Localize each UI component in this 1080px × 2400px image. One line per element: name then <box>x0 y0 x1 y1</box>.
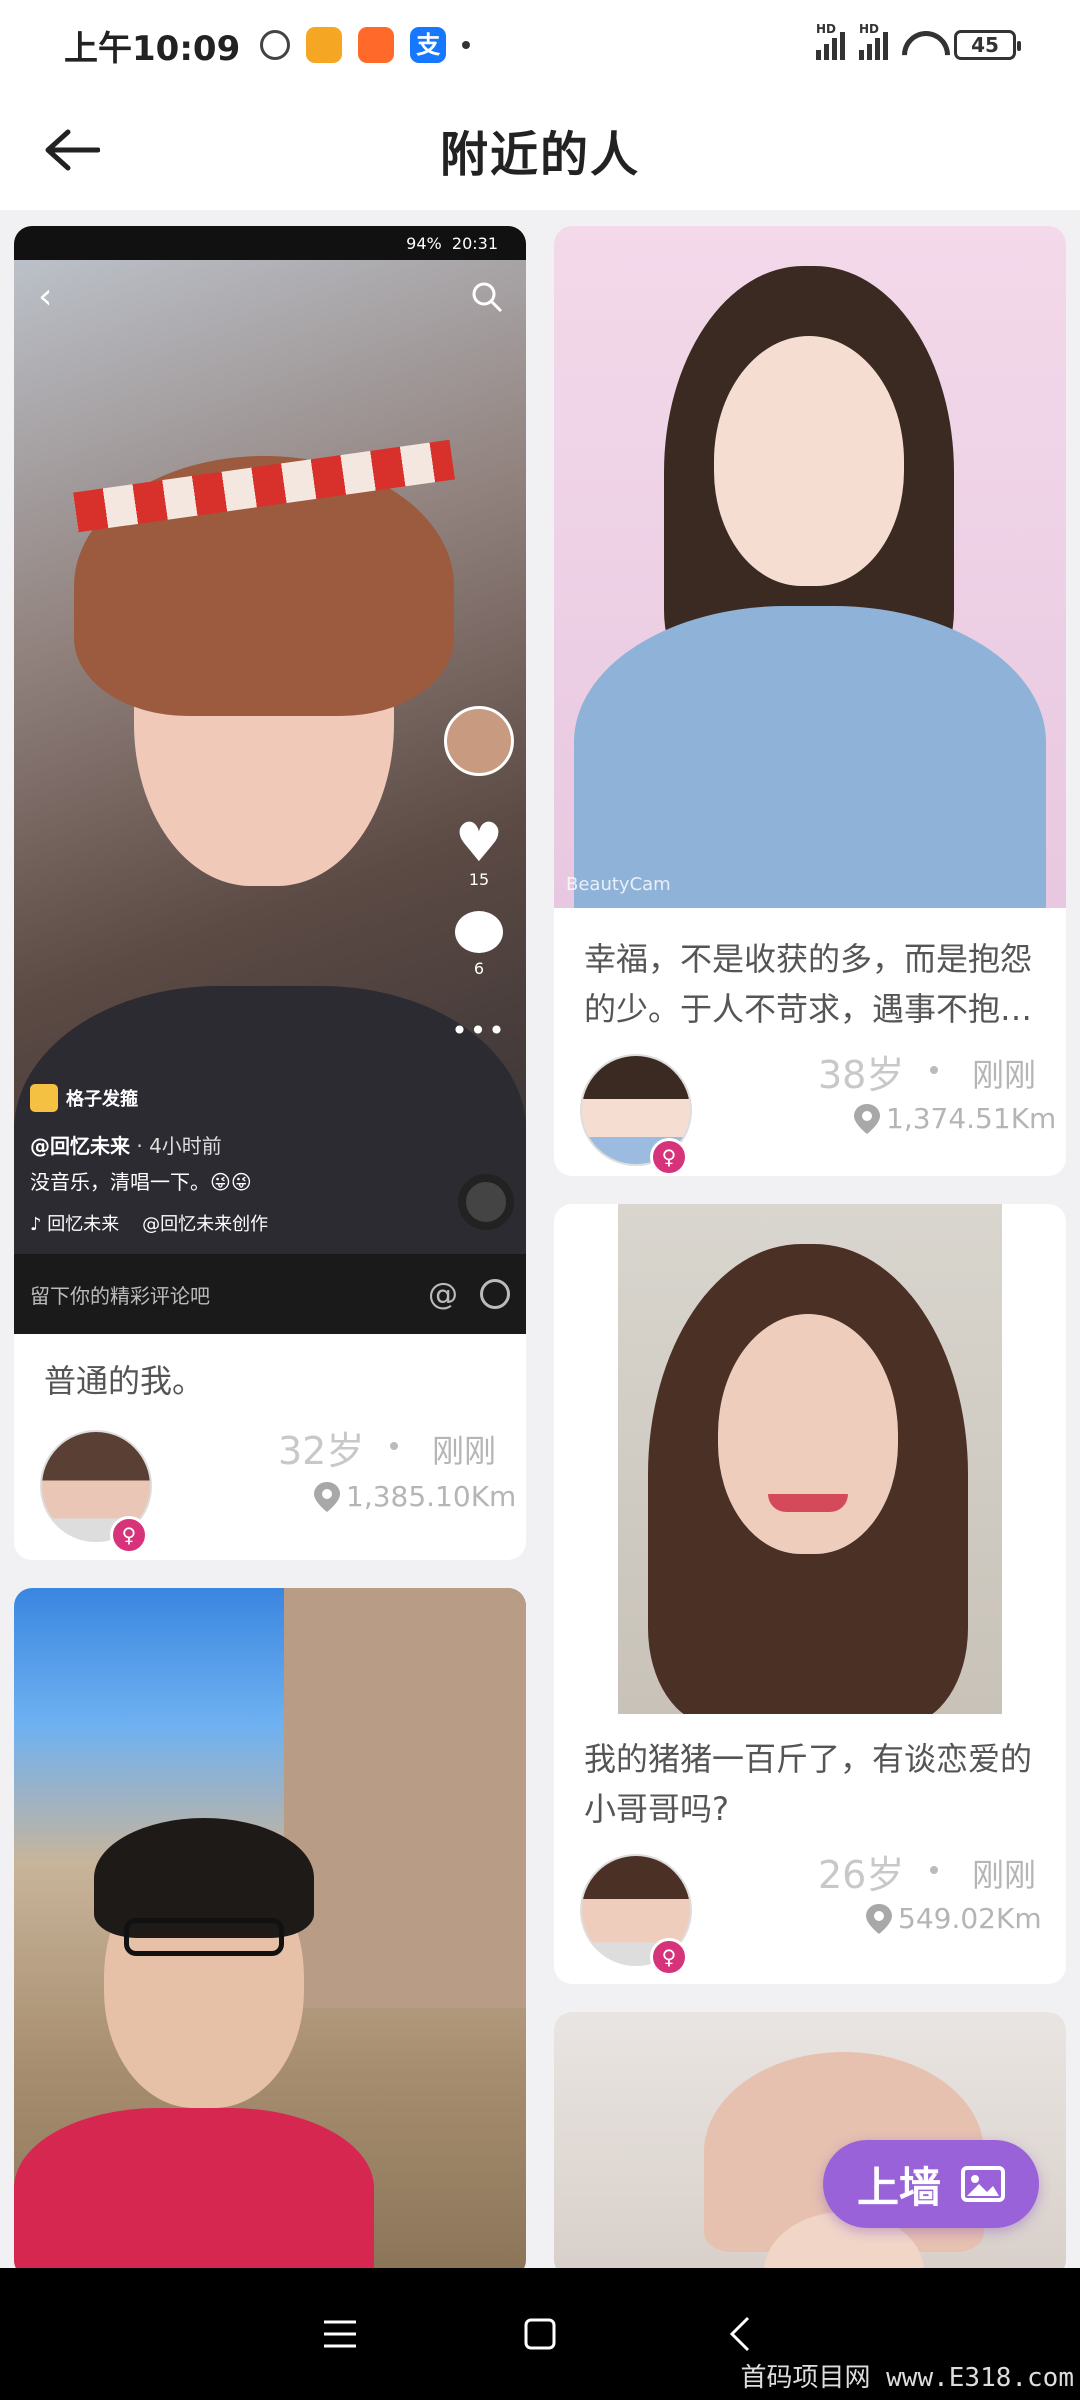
location-pin-icon <box>854 1103 880 1134</box>
distance: 1,385.10Km <box>314 1480 516 1513</box>
photo-hoodie <box>14 2108 374 2278</box>
back-button[interactable] <box>40 118 104 182</box>
post-to-wall-label: 上墙 <box>856 2162 941 2212</box>
signal-icon-2: HD <box>859 22 888 60</box>
photo-face <box>714 336 904 586</box>
video-back-icon[interactable]: ‹ <box>38 276 52 317</box>
video-creator[interactable]: @回忆未来创作 <box>142 1214 268 1235</box>
location-pin-icon <box>314 1481 340 1512</box>
female-icon: ♀ <box>650 1138 688 1176</box>
user-photo-1[interactable]: 94% 20:31 ‹ ♥ 15 6 ••• 格子发箍 @回忆未来 · 4小时前… <box>14 226 526 1334</box>
card-description-2: 幸福，不是收获的多，而是抱怨的少。于人不苛求，遇事不抱… <box>584 940 1033 1028</box>
photo-glasses <box>124 1918 284 1956</box>
user-card-4[interactable] <box>14 1588 526 2278</box>
site-watermark: 首码项目网 www.E318.com <box>740 2363 1075 2393</box>
video-side-actions: ♥ 15 6 ••• <box>444 706 514 1047</box>
active-time: 刚刚 <box>432 1432 497 1470</box>
more-notifications-icon <box>462 41 471 49</box>
battery-icon: 45 <box>954 30 1021 60</box>
comment-icon[interactable] <box>455 911 503 953</box>
back-nav-button[interactable] <box>710 2304 770 2364</box>
photo-frame <box>618 1204 1002 1714</box>
video-posted-time: · 4小时前 <box>136 1134 222 1158</box>
female-icon: ♀ <box>650 1938 688 1976</box>
comment-input[interactable]: 留下你的精彩评论吧 <box>30 1280 210 1309</box>
female-icon: ♀ <box>110 1516 148 1554</box>
creator-avatar[interactable] <box>444 706 514 776</box>
filter-tag-icon <box>30 1084 58 1112</box>
menu-nav-button[interactable] <box>310 2304 370 2364</box>
active-time: 刚刚 <box>972 1856 1037 1894</box>
message-app-icon <box>306 27 343 63</box>
photo-shirt <box>574 606 1046 908</box>
card-description-1: 普通的我。 <box>44 1362 205 1400</box>
age: 26岁 <box>818 1853 905 1897</box>
home-nav-button[interactable] <box>510 2304 570 2364</box>
shopping-app-icon <box>358 27 395 63</box>
more-icon[interactable]: ••• <box>451 1014 507 1047</box>
video-username-line: @回忆未来 · 4小时前 <box>30 1130 222 1159</box>
notification-icons: 支 <box>260 27 471 63</box>
distance: 549.02Km <box>866 1902 1042 1935</box>
separator-dot <box>390 1442 398 1450</box>
alarm-icon <box>260 30 291 60</box>
photo-building <box>284 1588 526 2008</box>
video-username[interactable]: @回忆未来 <box>30 1134 130 1158</box>
video-comment-bar[interactable]: 留下你的精彩评论吧 @ <box>14 1254 526 1334</box>
age: 38岁 <box>818 1053 905 1097</box>
video-caption: 没音乐，清唱一下。😜😜 <box>30 1170 252 1194</box>
system-nav-bar: 首码项目网 www.E318.com <box>0 2268 1080 2400</box>
card-meta-2: ♀ 38岁 刚刚 1,374.51Km <box>554 1034 1066 1176</box>
active-time: 刚刚 <box>972 1056 1037 1094</box>
app-header: 附近的人 <box>0 90 1080 210</box>
video-status-bar: 94% 20:31 <box>14 226 526 260</box>
post-to-wall-button[interactable]: 上墙 <box>823 2140 1039 2228</box>
menu-icon <box>324 2320 356 2348</box>
photo-face <box>718 1314 898 1554</box>
card-meta-1: ♀ 32岁 刚刚 1,385.10Km <box>14 1406 526 1560</box>
mention-icon[interactable]: @ <box>428 1277 458 1312</box>
status-right: HD HD 45 <box>816 22 1021 60</box>
page-title: 附近的人 <box>439 127 640 183</box>
alipay-icon: 支 <box>410 27 447 63</box>
like-icon[interactable]: ♥ <box>455 816 503 870</box>
user-card-3[interactable]: 我的猪猪一百斤了，有谈恋爱的小哥哥吗? ♀ 26岁 刚刚 549.02Km <box>554 1204 1066 1984</box>
location-pin-icon <box>866 1903 892 1934</box>
status-bar: 上午10:09 支 HD HD 45 <box>0 0 1080 90</box>
wifi-icon <box>902 31 940 59</box>
user-card-2[interactable]: BeautyCam 幸福，不是收获的多，而是抱怨的少。于人不苛求，遇事不抱… ♀… <box>554 226 1066 1176</box>
video-music-line: ♪ 回忆未来 @回忆未来创作 <box>30 1210 268 1236</box>
video-search-icon[interactable] <box>470 280 504 314</box>
status-time: 上午10:09 <box>64 28 241 69</box>
emoji-icon[interactable] <box>480 1279 510 1309</box>
card-description-3: 我的猪猪一百斤了，有谈恋爱的小哥哥吗? <box>584 1740 1033 1828</box>
like-count: 15 <box>468 870 490 889</box>
chevron-left-icon <box>729 2316 750 2352</box>
signal-icon: HD <box>816 22 845 60</box>
card-meta-3: ♀ 26岁 刚刚 549.02Km <box>554 1834 1066 1984</box>
comment-count: 6 <box>473 959 485 978</box>
music-disc-icon[interactable] <box>458 1174 514 1230</box>
user-card-1[interactable]: 94% 20:31 ‹ ♥ 15 6 ••• 格子发箍 @回忆未来 · 4小时前… <box>14 226 526 1560</box>
photo-watermark: BeautyCam <box>566 874 671 895</box>
distance: 1,374.51Km <box>854 1102 1056 1135</box>
filter-tag: 格子发箍 <box>30 1084 138 1112</box>
video-music[interactable]: ♪ 回忆未来 <box>30 1214 119 1235</box>
age: 32岁 <box>278 1429 365 1473</box>
user-photo-3[interactable] <box>554 1204 1066 1724</box>
home-square-icon <box>524 2318 556 2350</box>
photo-smile <box>768 1494 848 1512</box>
separator-dot <box>930 1066 938 1074</box>
user-photo-2[interactable]: BeautyCam <box>554 226 1066 908</box>
image-icon <box>961 2166 1005 2202</box>
arrow-left-icon <box>45 129 100 171</box>
user-photo-4[interactable] <box>14 1588 526 2278</box>
separator-dot <box>930 1866 938 1874</box>
